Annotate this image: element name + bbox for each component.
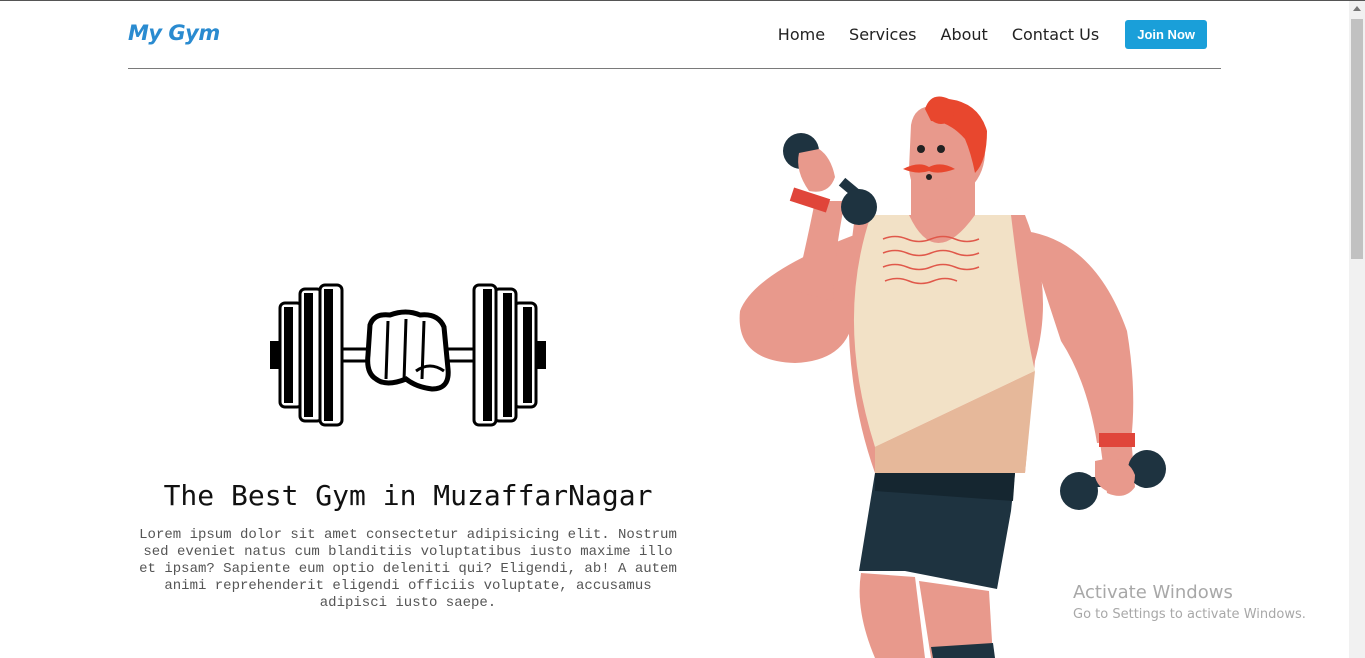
vertical-scrollbar[interactable] [1349,1,1365,658]
dumbbell-fist-icon [270,283,546,427]
windows-activation-watermark: Activate Windows Go to Settings to activ… [1073,582,1306,622]
scroll-up-arrow-icon[interactable] [1353,6,1361,11]
watermark-title: Activate Windows [1073,582,1233,603]
hero-title: The Best Gym in MuzaffarNagar [163,479,653,512]
nav-links: Home Services About Contact Us Join Now [778,20,1207,49]
gym-man-illustration [739,96,1166,658]
nav-link-services[interactable]: Services [849,25,916,44]
join-now-button[interactable]: Join Now [1125,20,1207,49]
hero-description: Lorem ipsum dolor sit amet consectetur a… [139,527,677,611]
nav-link-contact[interactable]: Contact Us [1012,25,1099,44]
nav-link-about[interactable]: About [941,25,988,44]
navbar: My Gym Home Services About Contact Us Jo… [128,1,1221,69]
scrollbar-thumb[interactable] [1351,19,1363,259]
site-logo[interactable]: My Gym [128,21,220,45]
nav-link-home[interactable]: Home [778,25,825,44]
watermark-subtitle: Go to Settings to activate Windows. [1073,607,1306,622]
